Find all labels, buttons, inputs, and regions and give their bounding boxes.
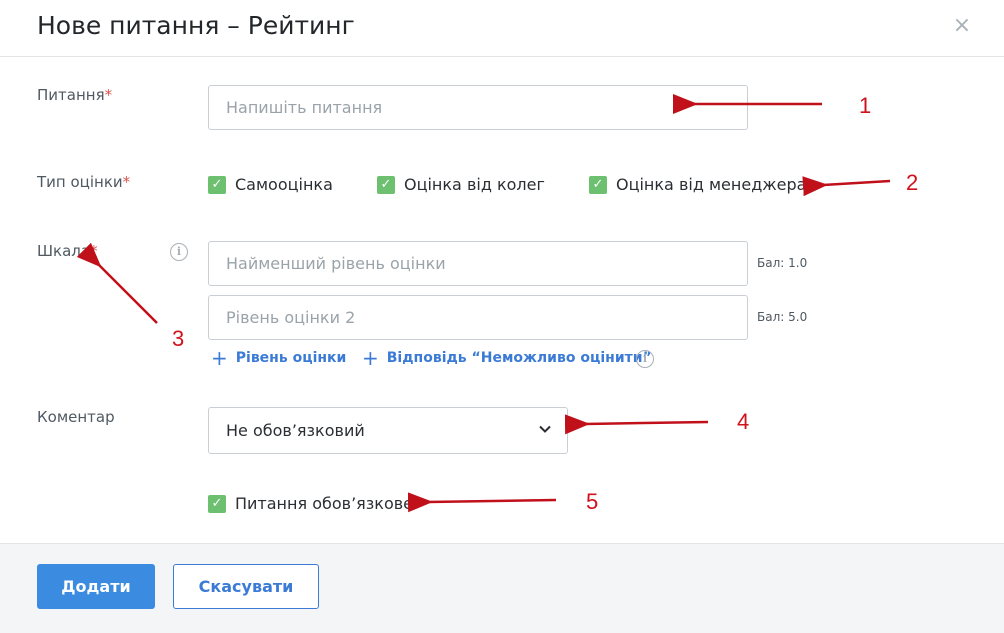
annotation-arrows — [76, 94, 891, 513]
annotation-label-3: 3 — [172, 326, 185, 351]
annotation-label-4: 4 — [737, 409, 750, 434]
annotation-arrow — [76, 242, 158, 324]
annotation-label-2: 2 — [906, 170, 919, 195]
annotation-arrow — [407, 492, 557, 513]
new-question-dialog: Нове питання – Рейтинг × Питання* Тип оц… — [0, 0, 1004, 633]
annotation-label-1: 1 — [859, 93, 872, 118]
annotation-arrow — [802, 176, 891, 197]
annotation-arrow — [564, 414, 709, 435]
annotation-label-5: 5 — [586, 489, 599, 514]
